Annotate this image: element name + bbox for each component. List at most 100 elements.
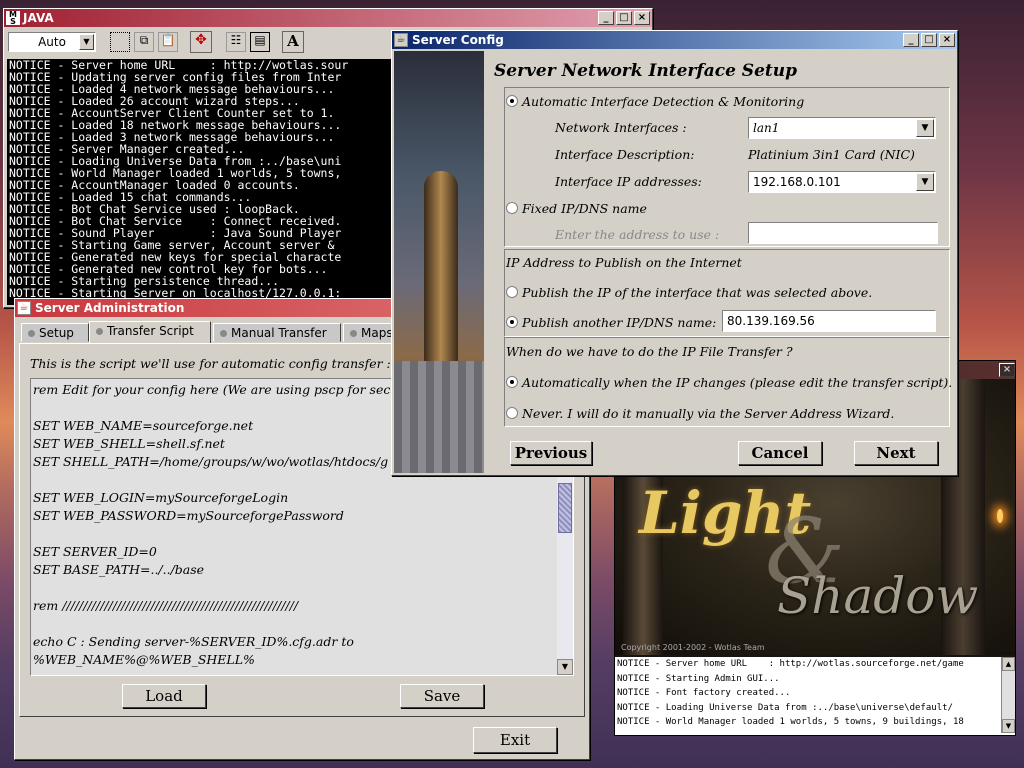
maximize-icon[interactable]: □	[616, 11, 632, 25]
tab-setup[interactable]: Setup	[21, 323, 89, 342]
load-button[interactable]: Load	[122, 684, 206, 708]
close-icon[interactable]: ×	[999, 363, 1015, 377]
net-if-label: Network Interfaces :	[555, 120, 687, 135]
scroll-down-icon[interactable]: ▼	[557, 659, 573, 675]
net-if-value: lan1	[753, 121, 780, 135]
publish-other-label[interactable]: Publish another IP/DNS name:	[522, 315, 716, 330]
log-line: NOTICE - Server home URL : http://wotlas…	[617, 659, 964, 669]
java-window-title: JAVA	[23, 11, 54, 25]
log-line: NOTICE - Font factory created...	[617, 688, 791, 698]
publish-iface-radio[interactable]	[506, 286, 518, 298]
script-line: rem ////////////////////////////////////…	[33, 598, 299, 613]
exit-button[interactable]: Exit	[473, 727, 557, 753]
tab-dot-icon	[96, 328, 103, 335]
tab-manual-transfer-label: Manual Transfer	[231, 326, 327, 340]
chevron-down-icon[interactable]: ▼	[916, 119, 934, 137]
paste-icon[interactable]: 📋	[158, 32, 178, 52]
if-ip-select[interactable]: 192.168.0.101 ▼	[748, 171, 936, 193]
scroll-up-icon[interactable]: ▲	[1002, 657, 1015, 671]
if-ip-label: Interface IP addresses:	[555, 174, 702, 189]
java-app-icon: MS	[6, 11, 20, 26]
server-config-title: Server Config	[412, 33, 504, 47]
tab-dot-icon	[28, 330, 35, 337]
font-icon[interactable]: A	[282, 31, 304, 53]
log-line: NOTICE - Starting Admin GUI...	[617, 673, 780, 684]
tab-dot-icon	[220, 330, 227, 337]
if-desc-value: Platinium 3in1 Card (NIC)	[748, 147, 915, 162]
script-line: SET SERVER_ID=0	[33, 544, 157, 559]
server-admin-title: Server Administration	[35, 301, 185, 315]
maximize-icon[interactable]: □	[921, 33, 937, 47]
background-icon[interactable]: ▤	[250, 32, 270, 52]
mark-icon[interactable]	[110, 32, 130, 52]
java-cup-icon: ☕	[17, 301, 31, 315]
minimize-icon[interactable]: _	[598, 11, 614, 25]
config-heading: Server Network Interface Setup	[494, 61, 797, 81]
auto-detect-label[interactable]: Automatic Interface Detection & Monitori…	[522, 94, 804, 109]
if-ip-value: 192.168.0.101	[753, 175, 841, 189]
java-cup-icon: ☕	[394, 33, 408, 47]
properties-icon[interactable]: ☷	[226, 32, 246, 52]
candle-flame	[997, 509, 1003, 523]
auto-change-label[interactable]: Automatically when the IP changes (pleas…	[522, 375, 952, 390]
transfer-section-title: When do we have to do the IP File Transf…	[506, 344, 793, 359]
java-titlebar[interactable]: MS JAVA _ □ ×	[4, 9, 652, 27]
tab-setup-label: Setup	[39, 326, 74, 340]
fixed-ip-radio[interactable]	[506, 202, 518, 214]
publish-section-title: IP Address to Publish on the Internet	[506, 255, 742, 270]
fullscreen-icon[interactable]: ✥	[190, 31, 212, 53]
copy-icon[interactable]: ⧉	[134, 32, 154, 52]
splash-copyright: Copyright 2001-2002 - Wotlas Team	[621, 643, 765, 652]
script-line	[33, 579, 553, 597]
arch-floor	[394, 361, 484, 473]
minimize-icon[interactable]: _	[903, 33, 919, 47]
config-side-image	[394, 51, 484, 473]
script-line	[33, 615, 553, 633]
tab-maps-label: Maps	[361, 326, 393, 340]
auto-change-radio[interactable]	[506, 376, 518, 388]
close-icon[interactable]: ×	[634, 11, 650, 25]
enter-addr-input[interactable]	[748, 222, 938, 244]
never-label[interactable]: Never. I will do it manually via the Ser…	[522, 406, 894, 421]
log-line: NOTICE - Loading Universe Data from :../…	[617, 702, 953, 713]
font-select[interactable]: Auto ▼	[8, 32, 96, 52]
if-desc-label: Interface Description:	[555, 147, 695, 162]
cancel-button[interactable]: Cancel	[738, 441, 822, 465]
chevron-down-icon[interactable]: ▼	[79, 34, 94, 50]
font-select-value: Auto	[38, 35, 66, 49]
scroll-thumb[interactable]	[558, 483, 572, 533]
log-line: NOTICE - World Manager loaded 1 worlds, …	[617, 717, 964, 727]
script-line: %WEB_NAME%@%WEB_SHELL%	[33, 652, 255, 667]
scroll-down-icon[interactable]: ▼	[1002, 719, 1015, 733]
script-line: SET WEB_PASSWORD=mySourceforgePassword	[33, 508, 344, 523]
script-line: echo C : Sending server-%SERVER_ID%.cfg.…	[33, 634, 354, 649]
fixed-ip-label[interactable]: Fixed IP/DNS name	[522, 201, 647, 216]
server-config-window: ☕ Server Config _ □ × Server Network Int…	[391, 30, 958, 476]
tab-dot-icon	[350, 330, 357, 337]
logo-shadow: Shadow	[777, 567, 979, 625]
tab-transfer-script-label: Transfer Script	[107, 324, 194, 338]
next-button[interactable]: Next	[854, 441, 938, 465]
publish-other-radio[interactable]	[506, 316, 518, 328]
previous-button[interactable]: Previous	[510, 441, 592, 465]
net-if-select[interactable]: lan1 ▼	[748, 117, 936, 139]
close-icon[interactable]: ×	[939, 33, 955, 47]
script-line: SET WEB_LOGIN=mySourceforgeLogin	[33, 490, 289, 505]
script-line: SET BASE_PATH=../../base	[33, 562, 205, 577]
publish-iface-label[interactable]: Publish the IP of the interface that was…	[522, 285, 872, 300]
enter-addr-label: Enter the address to use :	[555, 227, 720, 242]
server-config-titlebar[interactable]: ☕ Server Config _ □ ×	[392, 31, 957, 49]
splash-log-scrollbar[interactable]: ▲ ▼	[1001, 657, 1015, 733]
splash-log: NOTICE - Server home URL : http://wotlas…	[615, 657, 1015, 735]
save-button[interactable]: Save	[400, 684, 484, 708]
script-intro: This is the script we'll use for automat…	[30, 356, 391, 371]
splash-log-text: NOTICE - Server home URL : http://wotlas…	[615, 657, 999, 733]
never-radio[interactable]	[506, 407, 518, 419]
publish-other-input[interactable]: 80.139.169.56	[722, 310, 936, 332]
chevron-down-icon[interactable]: ▼	[916, 173, 934, 191]
auto-detect-radio[interactable]	[506, 95, 518, 107]
tab-transfer-script[interactable]: Transfer Script	[89, 321, 211, 344]
arch-pillar	[424, 171, 458, 361]
java-console-output: NOTICE - Server home URL : http://wotlas…	[7, 59, 393, 305]
tab-manual-transfer[interactable]: Manual Transfer	[213, 323, 341, 342]
